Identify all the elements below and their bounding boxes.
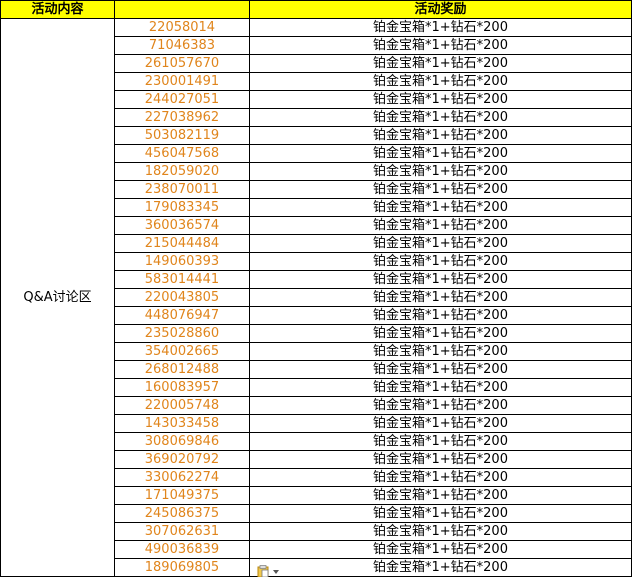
reward-cell[interactable]: 铂金宝箱*1+钻石*200	[249, 396, 632, 415]
uid-cell[interactable]: 330062274	[114, 468, 250, 487]
uid-cell[interactable]: 490036839	[114, 540, 250, 559]
reward-cell[interactable]: 铂金宝箱*1+钻石*200	[249, 432, 632, 451]
reward-cell[interactable]: 铂金宝箱*1+钻石*200	[249, 378, 632, 397]
reward-cell[interactable]: 铂金宝箱*1+钻石*200	[249, 468, 632, 487]
reward-cell[interactable]: 铂金宝箱*1+钻石*200	[249, 450, 632, 469]
paste-options-icon[interactable]	[257, 565, 281, 577]
header-uid-cell[interactable]	[114, 0, 250, 19]
uid-cell[interactable]: 149060393	[114, 252, 250, 271]
uid-cell[interactable]: 71046383	[114, 36, 250, 55]
reward-cell[interactable]: 铂金宝箱*1+钻石*200	[249, 144, 632, 163]
header-row: 活动内容 活动奖励	[0, 0, 632, 19]
uid-cell[interactable]: 268012488	[114, 360, 250, 379]
reward-cell[interactable]: 铂金宝箱*1+钻石*200	[249, 540, 632, 559]
reward-cell[interactable]: 铂金宝箱*1+钻石*200	[249, 180, 632, 199]
reward-cell[interactable]: 铂金宝箱*1+钻石*200	[249, 288, 632, 307]
reward-cell[interactable]: 铂金宝箱*1+钻石*200	[249, 504, 632, 523]
reward-cell[interactable]: 铂金宝箱*1+钻石*200	[249, 216, 632, 235]
reward-cell[interactable]: 铂金宝箱*1+钻石*200	[249, 126, 632, 145]
uid-cell[interactable]: 179083345	[114, 198, 250, 217]
reward-cell[interactable]: 铂金宝箱*1+钻石*200	[249, 270, 632, 289]
reward-sheet: 活动内容 活动奖励 Q&A讨论区 22058014 铂金宝箱*1+钻石*200 710…	[0, 0, 632, 577]
uid-cell[interactable]: 143033458	[114, 414, 250, 433]
reward-cell[interactable]: 铂金宝箱*1+钻石*200	[249, 522, 632, 541]
reward-cell[interactable]: 铂金宝箱*1+钻石*200	[249, 198, 632, 217]
reward-cell[interactable]: 铂金宝箱*1+钻石*200	[249, 54, 632, 73]
uid-cell[interactable]: 448076947	[114, 306, 250, 325]
reward-cell[interactable]: 铂金宝箱*1+钻石*200	[249, 486, 632, 505]
reward-cell[interactable]: 铂金宝箱*1+钻石*200	[249, 414, 632, 433]
uid-cell[interactable]: 244027051	[114, 90, 250, 109]
reward-cell[interactable]: 铂金宝箱*1+钻石*200	[249, 36, 632, 55]
reward-cell[interactable]: 铂金宝箱*1+钻石*200	[249, 72, 632, 91]
header-reward-cell[interactable]: 活动奖励	[249, 0, 632, 19]
reward-cell[interactable]: 铂金宝箱*1+钻石*200	[249, 324, 632, 343]
uid-cell[interactable]: 171049375	[114, 486, 250, 505]
uid-cell[interactable]: 245086375	[114, 504, 250, 523]
uid-cell[interactable]: 22058014	[114, 18, 250, 37]
uid-cell[interactable]: 220043805	[114, 288, 250, 307]
uid-cell[interactable]: 307062631	[114, 522, 250, 541]
uid-cell[interactable]: 220005748	[114, 396, 250, 415]
uid-cell[interactable]: 230001491	[114, 72, 250, 91]
uid-cell[interactable]: 160083957	[114, 378, 250, 397]
reward-cell[interactable]: 铂金宝箱*1+钻石*200	[249, 18, 632, 37]
uid-cell[interactable]: 369020792	[114, 450, 250, 469]
reward-cell[interactable]: 铂金宝箱*1+钻石*200	[249, 252, 632, 271]
reward-cell[interactable]: 铂金宝箱*1+钻石*200	[249, 234, 632, 253]
uid-cell[interactable]: 308069846	[114, 432, 250, 451]
reward-cell[interactable]: 铂金宝箱*1+钻石*200	[249, 558, 632, 577]
uid-cell[interactable]: 583014441	[114, 270, 250, 289]
uid-cell[interactable]: 189069805	[114, 558, 250, 577]
reward-cell[interactable]: 铂金宝箱*1+钻石*200	[249, 360, 632, 379]
uid-cell[interactable]: 261057670	[114, 54, 250, 73]
reward-cell[interactable]: 铂金宝箱*1+钻石*200	[249, 108, 632, 127]
table-row: Q&A讨论区 22058014 铂金宝箱*1+钻石*200	[0, 18, 632, 577]
reward-cell[interactable]: 铂金宝箱*1+钻石*200	[249, 162, 632, 181]
uid-cell[interactable]: 456047568	[114, 144, 250, 163]
reward-cell[interactable]: 铂金宝箱*1+钻石*200	[249, 306, 632, 325]
uid-cell[interactable]: 238070011	[114, 180, 250, 199]
reward-cell[interactable]: 铂金宝箱*1+钻石*200	[249, 342, 632, 361]
uid-cell[interactable]: 354002665	[114, 342, 250, 361]
reward-cell[interactable]: 铂金宝箱*1+钻石*200	[249, 90, 632, 109]
uid-cell[interactable]: 235028860	[114, 324, 250, 343]
uid-cell[interactable]: 503082119	[114, 126, 250, 145]
header-activity-cell[interactable]: 活动内容	[0, 0, 115, 19]
uid-cell[interactable]: 360036574	[114, 216, 250, 235]
uid-cell[interactable]: 182059020	[114, 162, 250, 181]
uid-cell[interactable]: 227038962	[114, 108, 250, 127]
activity-name-cell[interactable]: Q&A讨论区	[0, 18, 115, 577]
uid-cell[interactable]: 215044484	[114, 234, 250, 253]
